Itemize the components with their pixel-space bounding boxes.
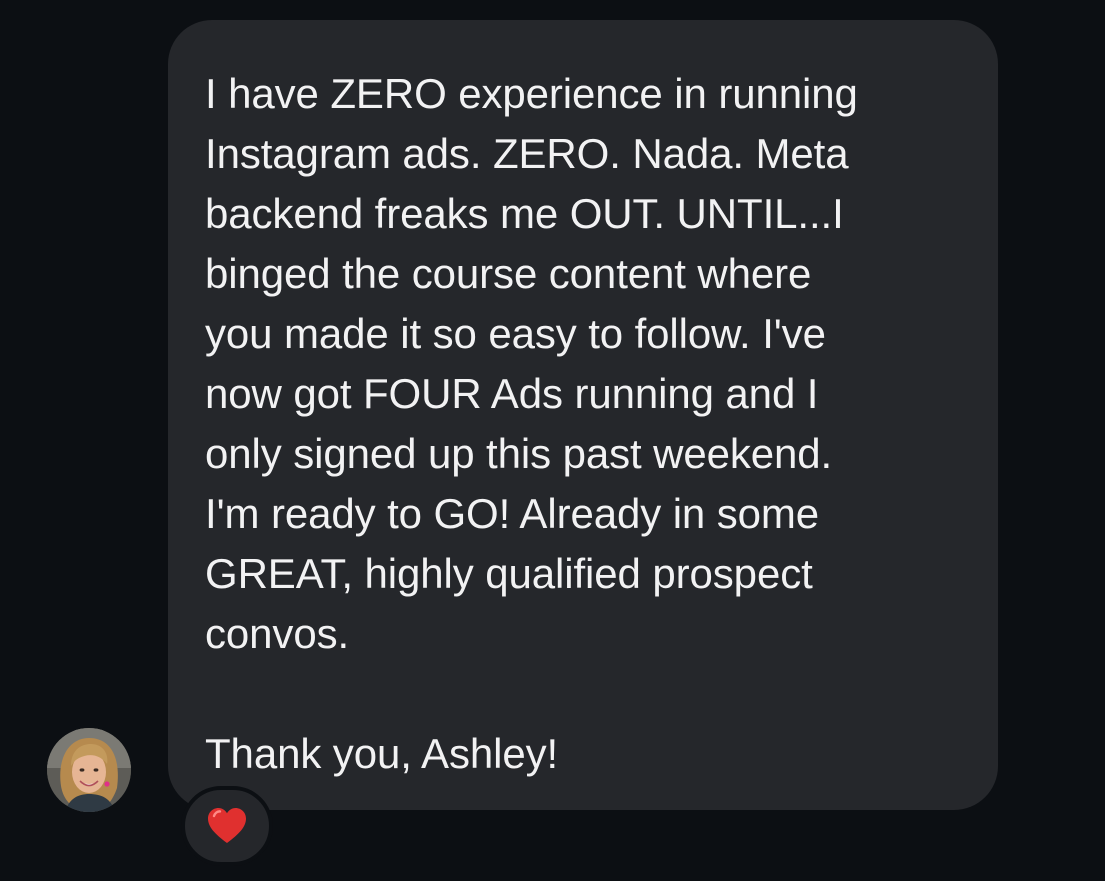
profile-photo-icon: [47, 728, 131, 812]
message-bubble[interactable]: I have ZERO experience in running Instag…: [168, 20, 998, 810]
reaction-badge[interactable]: [181, 786, 273, 866]
chat-thread: I have ZERO experience in running Instag…: [0, 0, 1105, 881]
sender-avatar[interactable]: [47, 728, 131, 812]
message-text: I have ZERO experience in running Instag…: [205, 70, 858, 777]
red-heart-icon: [208, 808, 246, 843]
